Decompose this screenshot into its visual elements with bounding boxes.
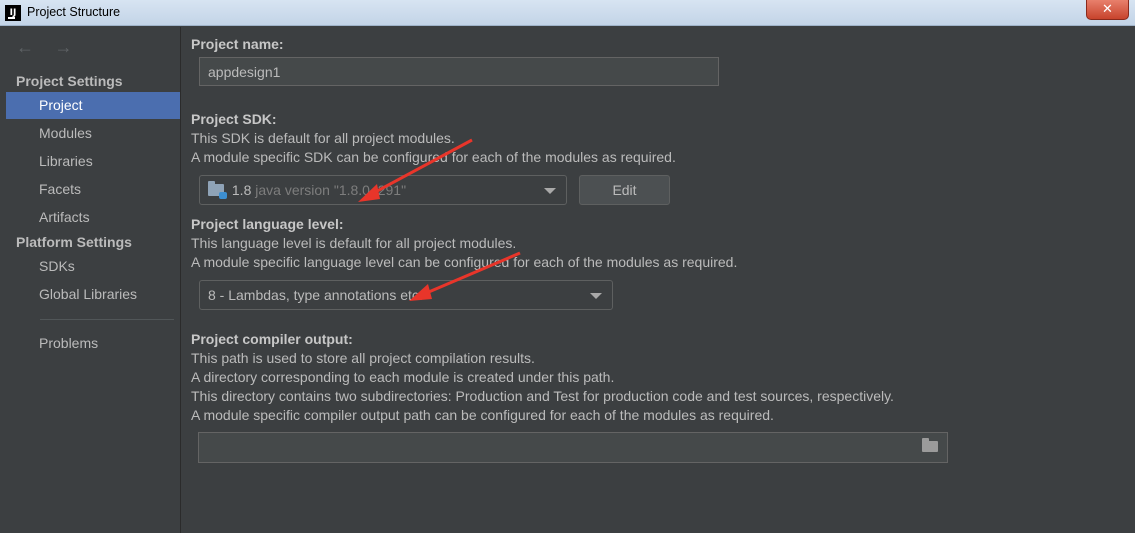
sdk-name: 1.8 xyxy=(231,182,252,198)
project-name-label: Project name: xyxy=(191,36,284,52)
sidebar-item-libraries[interactable]: Libraries xyxy=(6,148,180,175)
language-level-dropdown[interactable]: 8 - Lambdas, type annotations etc. xyxy=(199,280,613,310)
sidebar-item-artifacts[interactable]: Artifacts xyxy=(6,204,180,231)
project-sdk-description-1: This SDK is default for all project modu… xyxy=(191,130,455,146)
jdk-folder-icon xyxy=(208,181,227,199)
language-level-description-1: This language level is default for all p… xyxy=(191,235,517,251)
language-level-label: Project language level: xyxy=(191,216,344,232)
sidebar-item-project[interactable]: Project xyxy=(6,92,180,119)
project-sdk-label: Project SDK: xyxy=(191,111,277,127)
compiler-output-description-1: This path is used to store all project c… xyxy=(191,350,535,366)
compiler-output-field xyxy=(198,432,948,463)
compiler-output-description-4: A module specific compiler output path c… xyxy=(191,407,774,423)
history-navigation: ← → xyxy=(16,37,88,58)
language-level-value: 8 - Lambdas, type annotations etc. xyxy=(208,287,423,303)
compiler-output-description-2: A directory corresponding to each module… xyxy=(191,369,615,385)
compiler-output-label: Project compiler output: xyxy=(191,331,353,347)
project-sdk-dropdown[interactable]: 1.8 java version "1.8.0_291" xyxy=(199,175,567,205)
project-name-input[interactable] xyxy=(199,57,719,86)
browse-folder-icon[interactable] xyxy=(922,438,938,452)
window-title-bar: IJ Project Structure ✕ xyxy=(0,0,1135,26)
sidebar-item-global-libraries[interactable]: Global Libraries xyxy=(6,281,180,308)
platform-settings-header: Platform Settings xyxy=(16,234,132,250)
project-sdk-description-2: A module specific SDK can be configured … xyxy=(191,149,676,165)
sidebar-item-problems[interactable]: Problems xyxy=(6,330,180,357)
project-settings-panel: Project name: Project SDK: This SDK is d… xyxy=(182,27,1135,533)
chevron-down-icon xyxy=(590,293,602,299)
forward-arrow-icon[interactable]: → xyxy=(54,37,76,57)
sidebar-item-modules[interactable]: Modules xyxy=(6,120,180,147)
compiler-output-description-3: This directory contains two subdirectori… xyxy=(191,388,894,404)
chevron-down-icon xyxy=(544,188,556,194)
back-arrow-icon[interactable]: ← xyxy=(16,37,38,57)
sidebar-item-facets[interactable]: Facets xyxy=(6,176,180,203)
sdk-version: java version "1.8.0_291" xyxy=(255,182,407,198)
sidebar-item-sdks[interactable]: SDKs xyxy=(6,253,180,280)
language-level-description-2: A module specific language level can be … xyxy=(191,254,738,270)
intellij-app-icon: IJ xyxy=(5,5,21,21)
window-title: Project Structure xyxy=(27,5,121,19)
close-button[interactable]: ✕ xyxy=(1086,0,1129,20)
compiler-output-input[interactable] xyxy=(198,432,948,463)
sdk-edit-button[interactable]: Edit xyxy=(579,175,670,205)
sidebar-separator xyxy=(40,319,174,320)
sidebar: ← → Project Settings Project Modules Lib… xyxy=(0,27,181,533)
project-settings-header: Project Settings xyxy=(16,73,123,89)
